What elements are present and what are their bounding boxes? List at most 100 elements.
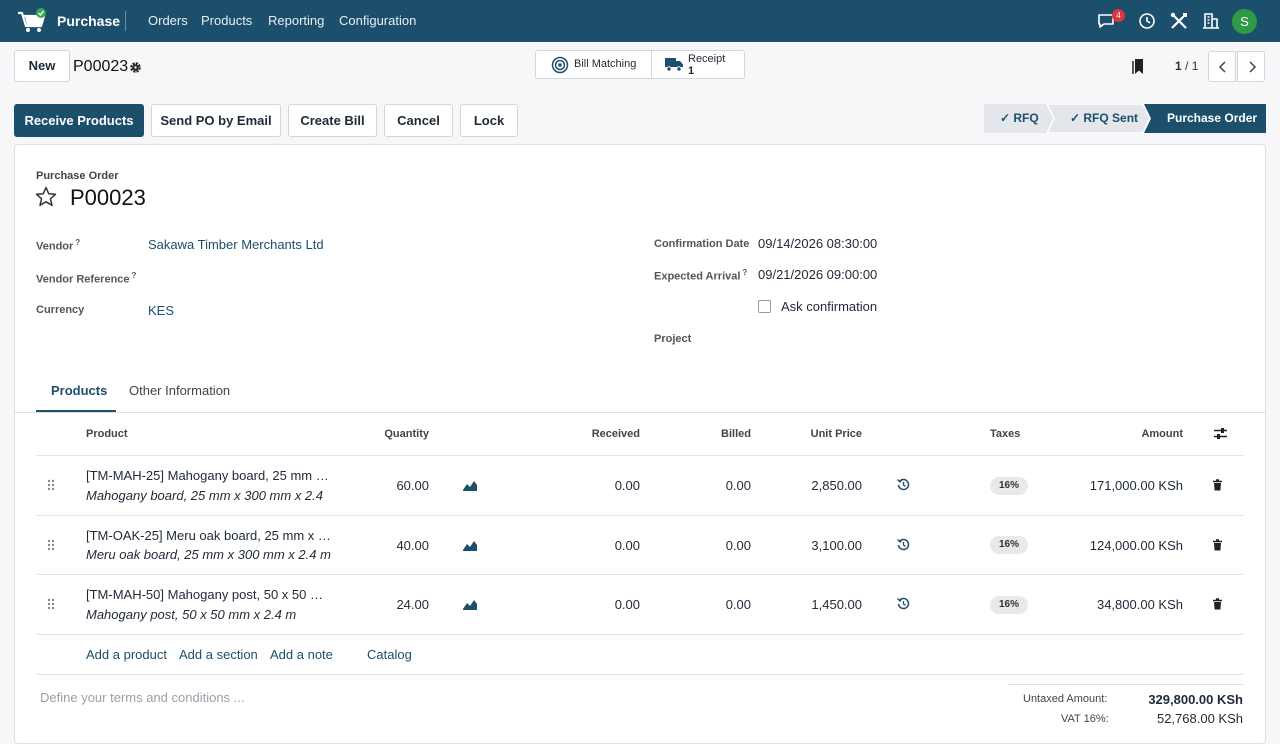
terms-conditions-field[interactable]: Define your terms and conditions ... [40, 690, 245, 705]
drag-handle-icon[interactable] [47, 479, 55, 491]
vendor-help-icon[interactable]: ? [75, 238, 80, 247]
new-button[interactable]: New [14, 50, 70, 82]
receipt-label: Receipt [688, 53, 726, 65]
ask-confirmation-label: Ask confirmation [781, 299, 878, 314]
trash-icon[interactable] [1212, 598, 1223, 610]
expected-arrival-field[interactable]: 09/21/2026 09:00:00 [758, 267, 877, 282]
column-taxes[interactable]: Taxes [990, 428, 1020, 440]
optional-columns-icon[interactable] [1213, 427, 1228, 440]
send-po-email-button[interactable]: Send PO by Email [151, 104, 281, 137]
product-description: Mahogany board, 25 mm x 300 mm x 2.4 [86, 488, 324, 503]
column-unit-price[interactable]: Unit Price [782, 428, 862, 440]
row-divider [36, 515, 1244, 516]
currency-label: Currency [36, 304, 85, 316]
menu-products[interactable]: Products [201, 13, 252, 28]
project-field[interactable] [758, 330, 1198, 348]
document-name: P00023 [70, 185, 146, 210]
row-divider [36, 574, 1244, 575]
app-name[interactable]: Purchase [57, 13, 120, 29]
forecast-chart-icon[interactable] [463, 539, 477, 551]
column-amount[interactable]: Amount [1103, 428, 1183, 440]
tools-icon[interactable] [1169, 11, 1189, 31]
quantity-cell[interactable]: 40.00 [349, 538, 429, 553]
breadcrumb: P00023 [73, 58, 129, 75]
history-icon[interactable] [897, 538, 910, 551]
expected-arrival-label-text: Expected Arrival [654, 270, 741, 283]
unit-price-cell[interactable]: 3,100.00 [782, 538, 862, 553]
menu-reporting[interactable]: Reporting [268, 13, 324, 28]
column-billed[interactable]: Billed [671, 428, 751, 440]
cancel-button[interactable]: Cancel [384, 104, 453, 137]
totals-divider [1008, 684, 1244, 685]
status-rfq[interactable]: ✓ RFQ [1000, 104, 1039, 133]
product-name[interactable]: [TM-OAK-25] Meru oak board, 25 mm x … [86, 528, 331, 543]
product-description: Mahogany post, 50 x 50 mm x 2.4 m [86, 607, 297, 622]
tax-badge[interactable]: 16% [990, 596, 1028, 614]
clock-icon[interactable] [1137, 11, 1157, 31]
vendor-reference-field[interactable] [148, 268, 588, 286]
bill-matching-label: Bill Matching [574, 58, 637, 70]
history-icon[interactable] [897, 597, 910, 610]
column-received[interactable]: Received [560, 428, 640, 440]
product-name[interactable]: [TM-MAH-50] Mahogany post, 50 x 50 … [86, 587, 323, 602]
create-bill-button[interactable]: Create Bill [288, 104, 377, 137]
star-icon[interactable] [35, 186, 57, 207]
add-section-link[interactable]: Add a section [179, 647, 258, 662]
user-avatar[interactable]: S [1232, 9, 1257, 34]
received-cell: 0.00 [614, 538, 640, 553]
pager-value[interactable]: 1 / 1 [1175, 59, 1198, 73]
received-cell: 0.00 [614, 597, 640, 612]
vendor-field[interactable]: Sakawa Timber Merchants Ltd [148, 237, 324, 252]
vat-label: VAT 16%: [1061, 713, 1109, 725]
vendor-reference-help-icon[interactable]: ? [132, 271, 137, 280]
drag-handle-icon[interactable] [47, 598, 55, 610]
unit-price-cell[interactable]: 1,450.00 [782, 597, 862, 612]
tab-products[interactable]: Products [51, 383, 107, 398]
menu-configuration[interactable]: Configuration [339, 13, 416, 28]
product-name[interactable]: [TM-MAH-25] Mahogany board, 25 mm … [86, 468, 329, 483]
purchase-app-icon[interactable] [17, 8, 47, 34]
quantity-cell[interactable]: 60.00 [349, 478, 429, 493]
trash-icon[interactable] [1212, 539, 1223, 551]
pager-next-button[interactable] [1237, 51, 1265, 82]
column-product[interactable]: Product [86, 428, 128, 440]
column-quantity[interactable]: Quantity [349, 428, 429, 440]
ask-confirmation-checkbox[interactable] [758, 300, 771, 313]
drag-handle-icon[interactable] [47, 539, 55, 551]
tax-badge[interactable]: 16% [990, 536, 1028, 554]
received-cell: 0.00 [614, 478, 640, 493]
tax-badge[interactable]: 16% [990, 477, 1028, 495]
vendor-label-text: Vendor [36, 240, 74, 253]
billed-cell: 0.00 [725, 538, 751, 553]
company-switch-icon[interactable] [1201, 11, 1221, 31]
tab-other-information[interactable]: Other Information [129, 383, 230, 398]
catalog-link[interactable]: Catalog [367, 647, 412, 662]
pager-current: 1 [1175, 59, 1182, 73]
menu-orders[interactable]: Orders [148, 13, 188, 28]
quantity-cell[interactable]: 24.00 [349, 597, 429, 612]
expected-arrival-help-icon[interactable]: ? [742, 268, 747, 277]
receive-products-button[interactable]: Receive Products [14, 104, 144, 137]
untaxed-amount-value: 329,800.00 KSh [1148, 692, 1243, 707]
status-rfq-sent[interactable]: ✓ RFQ Sent [1070, 104, 1138, 133]
amount-cell: 34,800.00 KSh [1096, 597, 1183, 612]
lock-button[interactable]: Lock [460, 104, 518, 137]
attachment-icon[interactable] [1132, 58, 1146, 75]
amount-cell: 124,000.00 KSh [1089, 538, 1183, 553]
row-divider [36, 634, 1244, 635]
forecast-chart-icon[interactable] [463, 479, 477, 491]
navbar-divider [125, 11, 126, 31]
add-note-link[interactable]: Add a note [270, 647, 333, 662]
gear-icon[interactable] [129, 61, 142, 74]
bill-matching-button[interactable]: Bill Matching [536, 51, 652, 78]
currency-field[interactable]: KES [148, 303, 174, 318]
forecast-chart-icon[interactable] [463, 598, 477, 610]
unit-price-cell[interactable]: 2,850.00 [782, 478, 862, 493]
status-purchase-order[interactable]: Purchase Order [1167, 104, 1257, 133]
history-icon[interactable] [897, 478, 910, 491]
receipt-button[interactable]: Receipt 1 [652, 51, 745, 78]
confirmation-date-field[interactable]: 09/14/2026 08:30:00 [758, 236, 877, 251]
add-product-link[interactable]: Add a product [86, 647, 167, 662]
trash-icon[interactable] [1212, 479, 1223, 491]
pager-previous-button[interactable] [1208, 51, 1236, 82]
